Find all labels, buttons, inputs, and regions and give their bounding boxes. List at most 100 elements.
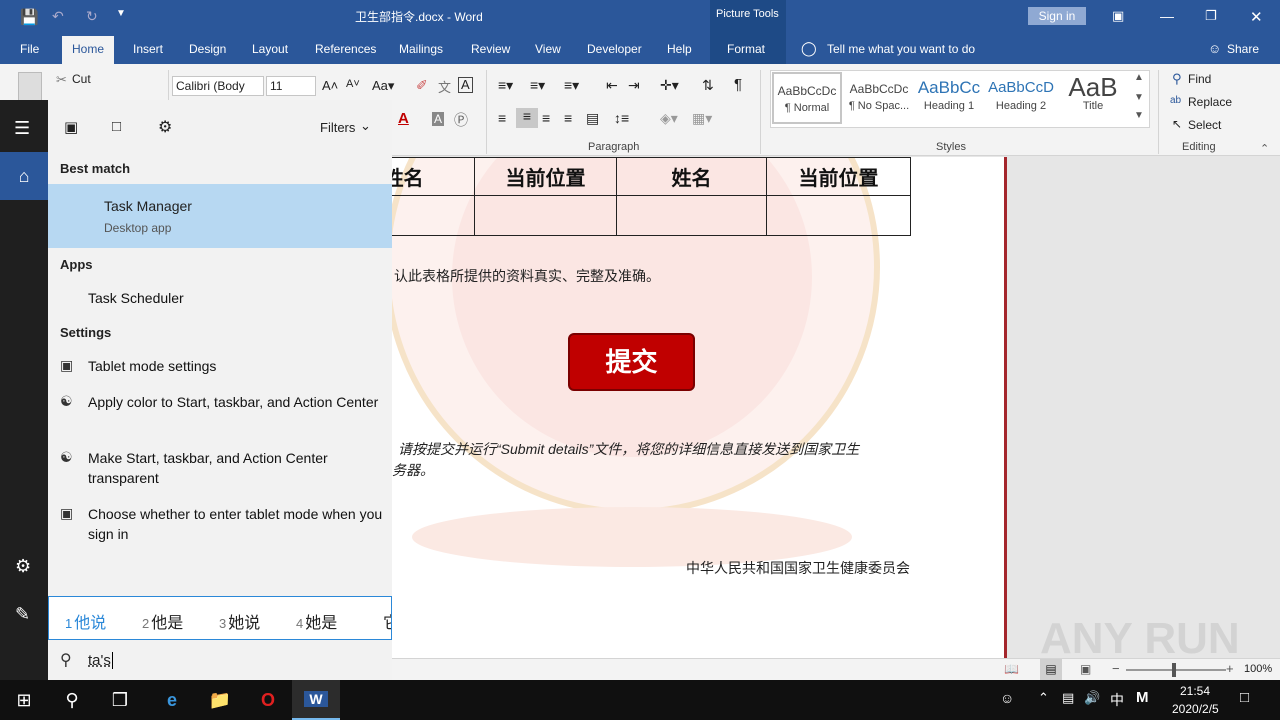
show-hidden-icons[interactable]: ⌃ <box>1038 690 1049 706</box>
edge-icon[interactable]: e <box>148 680 196 720</box>
style-no-spacing[interactable]: AaBbCcDc ¶ No Spac... <box>844 72 914 124</box>
font-name-box[interactable]: Calibri (Body <box>172 76 264 96</box>
undo-icon[interactable]: ↶ <box>52 8 64 25</box>
collapse-ribbon-icon[interactable]: ⌃ <box>1260 142 1269 155</box>
ime-candidate[interactable]: 2 他是 <box>142 609 183 633</box>
ime-mode-indicator[interactable]: 中 <box>1110 690 1124 710</box>
tab-layout[interactable]: Layout <box>252 42 288 56</box>
save-icon[interactable]: 💾 <box>20 8 39 26</box>
zoom-slider[interactable] <box>1126 669 1226 671</box>
cut-icon[interactable]: ✂ <box>56 72 67 88</box>
tab-view[interactable]: View <box>535 42 561 56</box>
app-task-scheduler[interactable]: Task Scheduler <box>88 288 388 308</box>
cut-button[interactable]: Cut <box>72 72 91 86</box>
document-area[interactable]: 姓名 当前位置 姓名 当前位置 认此表格所提供的资料真实、完整及准确。 提交 请… <box>392 157 1280 658</box>
align-left-icon[interactable]: ≡ <box>498 110 506 126</box>
ribbon-display-options-icon[interactable]: ▣ <box>1112 8 1124 24</box>
web-layout-icon[interactable]: ▣ <box>1080 662 1091 676</box>
redo-icon[interactable]: ↻ <box>86 8 98 25</box>
shading-icon[interactable]: ◈▾ <box>660 110 678 127</box>
ime-options-icon[interactable]: M <box>1136 689 1149 706</box>
decrease-indent-icon[interactable]: ⇤ <box>606 77 618 94</box>
borders-icon[interactable]: ▦▾ <box>692 110 712 127</box>
read-mode-icon[interactable]: 📖 <box>1004 662 1019 676</box>
clock-time[interactable]: 21:54 <box>1180 684 1210 698</box>
search-box[interactable]: ⚲ ta's <box>48 640 392 680</box>
distributed-icon[interactable]: ▤ <box>586 110 599 127</box>
submit-image-button[interactable]: 提交 <box>568 333 695 391</box>
volume-icon[interactable]: 🔊 <box>1084 690 1100 706</box>
settings-gear-icon[interactable]: ⚙ <box>15 556 31 577</box>
word-taskbar-button[interactable]: W <box>292 680 340 720</box>
tab-design[interactable]: Design <box>189 42 226 56</box>
setting-apply-color[interactable]: Apply color to Start, taskbar, and Actio… <box>88 392 388 412</box>
search-icon[interactable]: ⚲ <box>48 680 96 720</box>
filters-dropdown[interactable]: Filters <box>320 120 355 135</box>
table-cell[interactable] <box>392 195 475 236</box>
tab-developer[interactable]: Developer <box>587 42 642 56</box>
tab-home[interactable]: Home <box>62 36 115 64</box>
character-border-icon[interactable]: A <box>458 77 473 93</box>
show-marks-icon[interactable]: ¶ <box>734 76 742 93</box>
table-cell[interactable] <box>474 195 617 236</box>
zoom-level[interactable]: 100% <box>1244 663 1272 675</box>
task-view-icon[interactable]: ❒ <box>96 680 144 720</box>
change-case-icon[interactable]: Aa▾ <box>372 78 394 94</box>
tab-review[interactable]: Review <box>471 42 510 56</box>
action-center-icon[interactable]: □ <box>1240 689 1249 706</box>
styles-more-icon[interactable]: ▼ <box>1134 110 1144 121</box>
close-icon[interactable]: ✕ <box>1250 8 1263 26</box>
sign-in-button[interactable]: Sign in <box>1028 7 1086 25</box>
zoom-out-icon[interactable]: − <box>1112 661 1120 676</box>
zoom-slider-thumb[interactable] <box>1172 663 1176 677</box>
best-match-item[interactable]: Task Manager Desktop app <box>48 184 392 248</box>
style-normal[interactable]: AaBbCcDc ¶ Normal <box>772 72 842 124</box>
chevron-down-icon[interactable]: ⌄ <box>360 118 371 134</box>
table-cell[interactable] <box>766 195 911 236</box>
style-title[interactable]: AaB Title <box>1058 72 1128 124</box>
tab-file[interactable]: File <box>20 42 39 56</box>
tab-references[interactable]: References <box>315 42 376 56</box>
zoom-in-icon[interactable]: + <box>1226 661 1234 676</box>
shrink-font-icon[interactable]: A˅ <box>346 78 360 90</box>
text-direction-icon[interactable]: ✛▾ <box>660 77 679 94</box>
home-icon[interactable]: ⌂ <box>0 152 48 200</box>
numbering-icon[interactable]: ≡▾ <box>530 77 545 94</box>
customize-toolbar-icon[interactable]: ▼ <box>116 8 126 19</box>
tab-format[interactable]: Format <box>727 42 765 56</box>
clock-date[interactable]: 2020/2/5 <box>1172 702 1219 716</box>
enclose-characters-icon[interactable]: Ⓟ <box>454 110 468 130</box>
tab-help[interactable]: Help <box>667 42 692 56</box>
documents-filter-icon[interactable]: □ <box>112 118 121 135</box>
replace-button[interactable]: Replace <box>1188 95 1232 109</box>
setting-tablet-mode[interactable]: Tablet mode settings <box>88 356 388 376</box>
font-size-box[interactable]: 11 <box>266 76 316 96</box>
multilevel-list-icon[interactable]: ≡▾ <box>564 77 579 94</box>
paste-icon[interactable] <box>18 72 42 102</box>
restore-icon[interactable]: ❐ <box>1205 8 1217 24</box>
sort-icon[interactable]: ⇅ <box>702 77 714 94</box>
ime-candidate[interactable]: 1 他说 <box>65 609 106 633</box>
style-heading-1[interactable]: AaBbCc Heading 1 <box>914 72 984 124</box>
apps-filter-icon[interactable]: ▣ <box>64 118 78 136</box>
setting-transparency[interactable]: Make Start, taskbar, and Action Center t… <box>88 448 388 488</box>
ime-candidate[interactable]: 3 她说 <box>219 609 260 633</box>
clear-formatting-icon[interactable]: ✐ <box>416 77 428 94</box>
feedback-icon[interactable]: ✎ <box>15 604 30 625</box>
style-heading-2[interactable]: AaBbCcD Heading 2 <box>986 72 1056 124</box>
increase-indent-icon[interactable]: ⇥ <box>628 77 640 94</box>
align-center-icon[interactable]: ≡ <box>516 108 538 128</box>
grow-font-icon[interactable]: A˄ <box>322 78 338 93</box>
print-layout-icon[interactable]: ▤ <box>1040 659 1062 680</box>
file-explorer-icon[interactable]: 📁 <box>196 680 244 720</box>
start-button[interactable]: ⊞ <box>0 680 48 720</box>
phonetic-guide-icon[interactable]: 文 <box>438 77 451 96</box>
find-button[interactable]: Find <box>1188 72 1211 86</box>
hamburger-menu-icon[interactable]: ☰ <box>14 118 30 139</box>
font-color-icon[interactable]: A <box>398 110 409 127</box>
styles-scroll-up-icon[interactable]: ▲ <box>1134 72 1144 83</box>
select-button[interactable]: Select <box>1188 118 1221 132</box>
tell-me-search[interactable]: Tell me what you want to do <box>827 42 975 56</box>
line-spacing-icon[interactable]: ↕≡ <box>614 110 629 126</box>
bullets-icon[interactable]: ≡▾ <box>498 77 513 94</box>
